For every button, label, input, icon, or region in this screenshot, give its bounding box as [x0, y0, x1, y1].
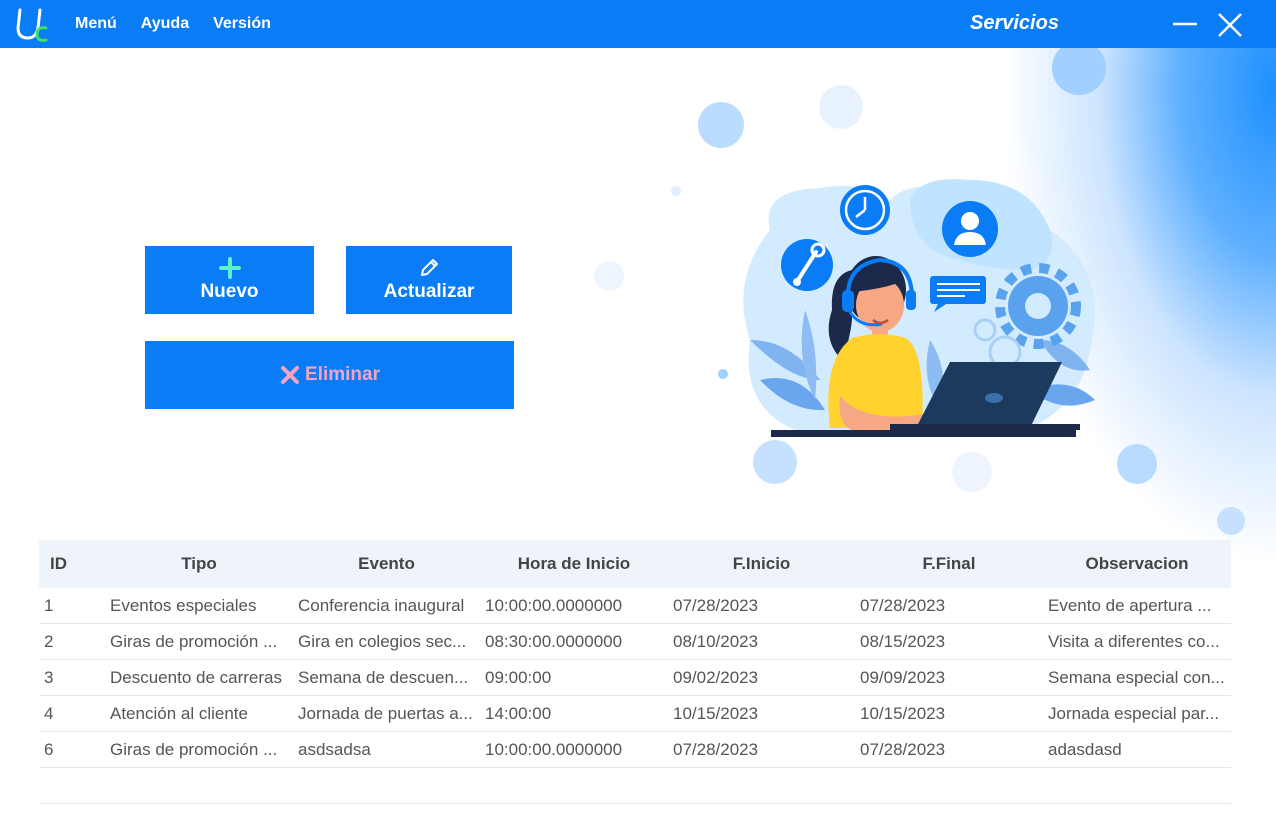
cell-tipo: Giras de promoción ... — [110, 739, 278, 759]
table-row[interactable]: 2 Giras de promoción ... Gira en colegio… — [39, 624, 1231, 660]
delete-button-label: Eliminar — [305, 364, 380, 385]
bubble — [698, 102, 744, 148]
cell-hora-inicio: 09:00:00 — [485, 667, 552, 687]
column-header-fecha-inicio[interactable]: F.Inicio — [668, 554, 855, 574]
cell-id: 3 — [44, 667, 54, 687]
pencil-icon — [421, 259, 438, 276]
update-button-label: Actualizar — [383, 281, 475, 302]
cell-tipo: Giras de promoción ... — [110, 631, 278, 651]
desk — [771, 430, 1076, 437]
cell-hora-inicio: 08:30:00.0000000 — [485, 631, 623, 651]
cell-evento: Gira en colegios sec... — [298, 631, 467, 651]
column-header-id[interactable]: ID — [39, 554, 105, 574]
cell-observacion: Semana especial con... — [1048, 667, 1225, 687]
cell-observacion: Visita a diferentes co... — [1048, 631, 1220, 651]
cell-evento: Semana de descuen... — [298, 667, 469, 687]
cell-fecha-inicio: 08/10/2023 — [673, 631, 759, 651]
table-row[interactable]: 4 Atención al cliente Jornada de puertas… — [39, 696, 1231, 732]
cell-fecha-inicio: 10/15/2023 — [673, 703, 759, 723]
cell-hora-inicio: 10:00:00.0000000 — [485, 595, 623, 615]
close-icon[interactable] — [1215, 10, 1245, 40]
cell-fecha-final: 07/28/2023 — [860, 739, 946, 759]
cell-hora-inicio: 14:00:00 — [485, 703, 552, 723]
cell-fecha-final: 09/09/2023 — [860, 667, 946, 687]
column-header-evento[interactable]: Evento — [293, 554, 480, 574]
cell-fecha-final: 07/28/2023 — [860, 595, 946, 615]
table-row[interactable]: 6 Giras de promoción ... asdsadsa 10:00:… — [39, 732, 1231, 768]
title-bar: Menú Ayuda Versión Servicios — [0, 0, 1276, 48]
menu-item-version[interactable]: Versión — [213, 15, 271, 33]
cell-evento: Conferencia inaugural — [298, 595, 465, 615]
column-header-tipo[interactable]: Tipo — [105, 554, 293, 574]
cell-tipo: Eventos especiales — [110, 595, 257, 615]
column-header-hora-inicio[interactable]: Hora de Inicio — [480, 554, 668, 574]
new-button[interactable]: Nuevo — [145, 246, 314, 314]
new-button-label: Nuevo — [200, 281, 259, 302]
bubble — [718, 369, 728, 379]
column-header-fecha-final[interactable]: F.Final — [855, 554, 1043, 574]
services-table: ID Tipo Evento Hora de Inicio F.Inicio F… — [39, 540, 1231, 768]
x-icon — [281, 366, 299, 384]
bubble — [952, 452, 992, 492]
bubble — [594, 261, 624, 291]
customer-service-illustration — [594, 41, 1245, 535]
cell-observacion: Jornada especial par... — [1048, 703, 1220, 723]
cell-id: 2 — [44, 631, 54, 651]
bubble — [671, 186, 681, 196]
cell-hora-inicio: 10:00:00.0000000 — [485, 739, 623, 759]
bubble — [1117, 444, 1157, 484]
plus-icon — [218, 257, 241, 279]
cell-fecha-inicio: 07/28/2023 — [673, 739, 759, 759]
menu-item-menu[interactable]: Menú — [75, 15, 117, 33]
column-header-observacion[interactable]: Observacion — [1043, 554, 1231, 574]
cell-id: 4 — [44, 703, 54, 723]
table-row[interactable]: 3 Descuento de carreras Semana de descue… — [39, 660, 1231, 696]
cell-tipo: Atención al cliente — [110, 703, 248, 723]
bubble — [753, 440, 797, 484]
update-button[interactable]: Actualizar — [346, 246, 512, 314]
table-bottom-divider — [39, 803, 1231, 804]
cell-observacion: Evento de apertura ... — [1048, 595, 1212, 615]
bubble — [1052, 41, 1106, 95]
cell-id: 1 — [44, 595, 54, 615]
bubble — [819, 85, 863, 129]
app-logo-icon — [16, 8, 48, 42]
menu-bar: Menú Ayuda Versión — [75, 0, 271, 48]
bubble — [1217, 507, 1245, 535]
cell-fecha-inicio: 09/02/2023 — [673, 667, 759, 687]
cell-evento: Jornada de puertas a... — [298, 703, 473, 723]
cell-tipo: Descuento de carreras — [110, 667, 282, 687]
table-row[interactable]: 1 Eventos especiales Conferencia inaugur… — [39, 588, 1231, 624]
minimize-icon[interactable] — [1170, 10, 1200, 40]
cell-evento: asdsadsa — [298, 739, 371, 759]
cell-fecha-final: 08/15/2023 — [860, 631, 946, 651]
window-title: Servicios — [970, 12, 1059, 34]
table-header: ID Tipo Evento Hora de Inicio F.Inicio F… — [39, 540, 1231, 588]
menu-item-help[interactable]: Ayuda — [141, 15, 189, 33]
delete-button[interactable]: Eliminar — [145, 341, 514, 409]
cell-fecha-final: 10/15/2023 — [860, 703, 946, 723]
cell-id: 6 — [44, 739, 54, 759]
cell-observacion: adasdasd — [1048, 739, 1122, 759]
cell-fecha-inicio: 07/28/2023 — [673, 595, 759, 615]
